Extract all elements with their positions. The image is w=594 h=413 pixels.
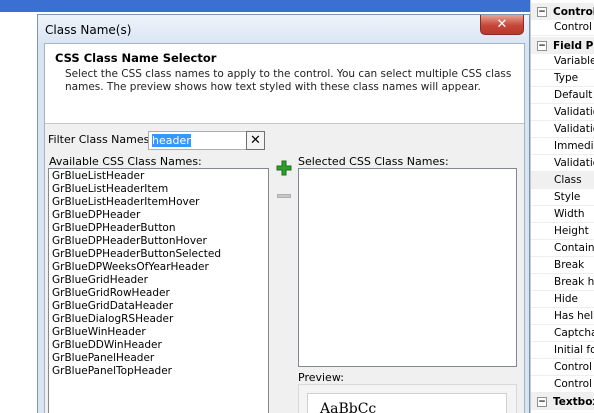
property-label: Control — [553, 5, 594, 18]
list-item[interactable]: GrBluePanelHeader — [49, 352, 268, 365]
property-row[interactable]: Containe — [531, 240, 594, 257]
property-row[interactable]: Variable — [531, 53, 594, 70]
property-row[interactable]: Validatio — [531, 104, 594, 121]
clear-icon: ✕ — [250, 133, 261, 148]
list-item[interactable]: GrBlueGridRowHeader — [49, 287, 268, 300]
list-item[interactable]: GrBluePanelTopHeader — [49, 365, 268, 378]
filter-input[interactable]: header — [148, 131, 247, 150]
collapse-icon[interactable]: − — [537, 396, 547, 407]
property-label: Break — [554, 259, 585, 271]
property-row[interactable]: Control c — [531, 359, 594, 376]
preview-label: Preview: — [298, 371, 344, 384]
property-label: Control ty — [554, 21, 594, 33]
list-item[interactable]: GrBlueDPHeaderButton — [49, 222, 268, 235]
collapse-icon[interactable]: − — [537, 6, 547, 17]
property-row[interactable]: Control c — [531, 376, 594, 393]
property-label: Field Pr — [553, 39, 594, 52]
dialog-titlebar[interactable]: Class Name(s) ✕ — [38, 15, 529, 43]
property-label: Variable — [554, 55, 594, 67]
property-label: Type — [554, 72, 579, 84]
selected-classes-list[interactable] — [298, 168, 517, 367]
preview-box: AaBbCc — [298, 384, 517, 413]
list-item[interactable]: GrBlueListHeader — [49, 170, 268, 183]
property-label: Control c — [554, 361, 594, 373]
list-item[interactable]: GrBlueDPWeeksOfYearHeader — [49, 261, 268, 274]
class-names-dialog: Class Name(s) ✕ CSS Class Name Selector … — [37, 14, 530, 413]
property-row[interactable]: Validatio — [531, 121, 594, 138]
property-label: Break he — [554, 276, 594, 288]
list-item[interactable]: GrBlueDialogRSHeader — [49, 313, 268, 326]
property-label: Default v — [554, 89, 594, 101]
header-description: Select the CSS class names to apply to t… — [65, 68, 512, 93]
header-title: CSS Class Name Selector — [55, 51, 217, 65]
property-row[interactable]: Validatio — [531, 155, 594, 172]
property-label: Initial foc — [554, 344, 594, 356]
property-row[interactable]: Width — [531, 206, 594, 223]
collapse-icon[interactable]: − — [537, 40, 547, 51]
property-row[interactable]: Control ty — [531, 19, 594, 36]
dialog-header-panel: CSS Class Name Selector Select the CSS c… — [45, 44, 524, 124]
property-label: Has help — [554, 310, 594, 322]
plus-icon — [276, 160, 292, 176]
filter-label: Filter Class Names: — [48, 133, 154, 146]
property-row[interactable]: Height — [531, 223, 594, 240]
property-row[interactable]: Has help — [531, 308, 594, 325]
available-classes-list[interactable]: GrBlueListHeader GrBlueListHeaderItem GrBl… — [48, 168, 269, 413]
filter-input-value: header — [152, 134, 191, 147]
property-label: Validatio — [554, 106, 594, 118]
property-label: Containe — [554, 242, 594, 254]
property-row[interactable]: Break he — [531, 274, 594, 291]
property-row[interactable]: Style — [531, 189, 594, 206]
list-item[interactable]: GrBlueDPHeader — [49, 209, 268, 222]
list-item[interactable]: GrBlueGridHeader — [49, 274, 268, 287]
property-label: Style — [554, 191, 581, 203]
list-item[interactable]: GrBlueListHeaderItem — [49, 183, 268, 196]
clear-filter-button[interactable]: ✕ — [246, 131, 265, 150]
dialog-client-area: CSS Class Name Selector Select the CSS c… — [44, 43, 525, 413]
add-class-button[interactable] — [276, 160, 292, 176]
property-row[interactable]: Default v — [531, 87, 594, 104]
property-row[interactable]: Immediat — [531, 138, 594, 155]
remove-class-button[interactable] — [276, 191, 292, 201]
property-row[interactable]: Break — [531, 257, 594, 274]
property-row[interactable]: Type — [531, 70, 594, 87]
property-label: Width — [554, 208, 585, 220]
background-window-strip — [0, 0, 530, 12]
available-classes-label: Available CSS Class Names: — [49, 155, 202, 168]
property-label: Height — [554, 225, 589, 237]
dialog-title: Class Name(s) — [45, 23, 132, 37]
property-label: Immediat — [554, 140, 594, 152]
property-row[interactable]: Initial foc — [531, 342, 594, 359]
list-item[interactable]: GrBlueWinHeader — [49, 326, 268, 339]
property-label: Textbox — [553, 395, 594, 408]
minus-icon — [277, 194, 291, 198]
property-label: Captcha — [554, 327, 594, 339]
list-item[interactable]: GrBlueDPHeaderButtonSelected — [49, 248, 268, 261]
list-item[interactable]: GrBlueListHeaderItemHover — [49, 196, 268, 209]
property-label: Validatio — [554, 157, 594, 169]
property-category[interactable]: −Textbox — [531, 393, 594, 410]
property-grid: −ControlControl ty−Field PrVariableTypeD… — [530, 0, 594, 413]
property-label: Validatio — [554, 123, 594, 135]
property-category[interactable]: − Control — [531, 3, 594, 20]
list-item[interactable]: GrBlueDDWinHeader — [49, 339, 268, 352]
selected-classes-label: Selected CSS Class Names: — [298, 155, 449, 168]
property-label: Control c — [554, 378, 594, 390]
close-icon: ✕ — [496, 17, 508, 32]
property-label: Hide — [554, 293, 578, 305]
preview-sample: AaBbCc — [307, 393, 507, 413]
property-row[interactable]: Class — [531, 172, 594, 189]
property-row[interactable]: Captcha — [531, 325, 594, 342]
property-category[interactable]: − Field Pr — [531, 37, 594, 54]
close-button[interactable]: ✕ — [480, 15, 524, 35]
list-item[interactable]: GrBlueDPHeaderButtonHover — [49, 235, 268, 248]
list-item[interactable]: GrBlueGridDataHeader — [49, 300, 268, 313]
property-row[interactable]: Hide — [531, 291, 594, 308]
property-label: Class — [554, 174, 582, 186]
